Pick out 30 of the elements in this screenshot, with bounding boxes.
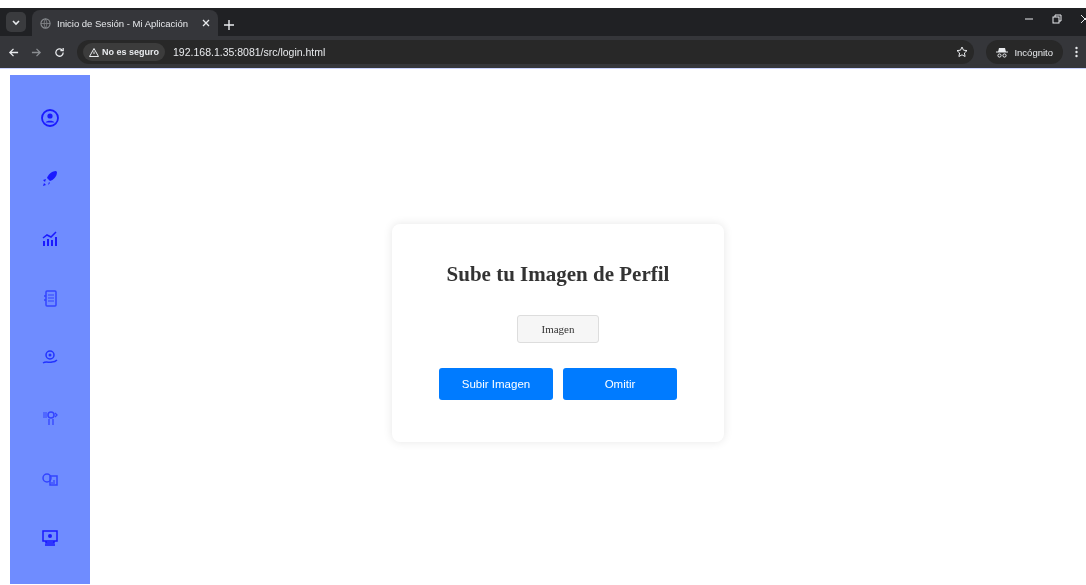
card-title: Sube tu Imagen de Perfil [446, 262, 670, 287]
user-icon[interactable] [40, 108, 60, 128]
growth-icon[interactable] [40, 228, 60, 248]
restore-icon[interactable] [1052, 14, 1062, 24]
globe-icon [40, 17, 51, 29]
forward-arrow-icon[interactable] [31, 46, 42, 58]
security-chip[interactable]: No es seguro [83, 43, 165, 61]
close-icon[interactable] [202, 19, 210, 27]
star-icon[interactable] [956, 46, 969, 58]
back-arrow-icon[interactable] [8, 46, 19, 58]
new-tab-icon[interactable] [224, 20, 234, 30]
security-label: No es seguro [102, 47, 159, 57]
file-picker-button[interactable]: Imagen [517, 315, 599, 343]
chevron-down-icon [11, 17, 21, 27]
skip-button[interactable]: Omitir [563, 368, 677, 400]
close-icon[interactable] [1080, 14, 1086, 24]
address-bar[interactable]: No es seguro 192.168.1.35:8081/src/login.html [77, 40, 975, 64]
incognito-chip[interactable]: Incógnito [986, 40, 1063, 64]
menu-icon[interactable] [1075, 46, 1078, 58]
reload-icon[interactable] [54, 46, 65, 58]
warning-icon [89, 47, 99, 57]
tab-title: Inicio de Sesión - Mi Aplicación [57, 17, 189, 29]
url-text: 192.168.1.35:8081/src/login.html [173, 46, 327, 58]
rocket-icon[interactable] [40, 168, 60, 188]
incognito-label: Incógnito [1014, 46, 1053, 58]
presentation-icon[interactable] [40, 528, 60, 548]
upload-button[interactable]: Subir Imagen [439, 368, 553, 400]
browser-tab[interactable]: Inicio de Sesión - Mi Aplicación [32, 10, 218, 36]
tab-search-button[interactable] [6, 12, 26, 32]
incognito-icon [996, 46, 1009, 58]
